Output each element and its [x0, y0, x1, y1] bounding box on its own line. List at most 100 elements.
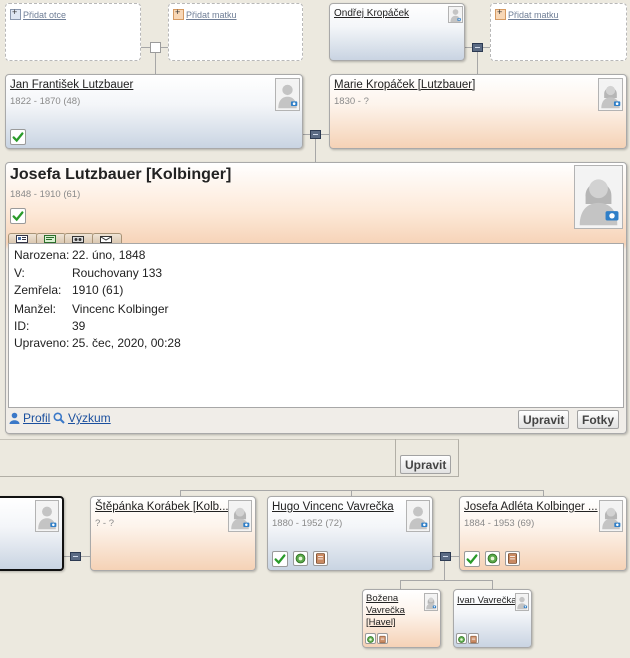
detail-value: 22. úno, 1848 — [72, 248, 146, 262]
connector-line — [315, 139, 316, 163]
family-ring-icon[interactable] — [456, 633, 467, 644]
detail-value: Rouchovany 133 — [72, 266, 163, 280]
add-father-label[interactable]: Přidat otce — [23, 10, 66, 20]
document-icon[interactable] — [468, 633, 479, 644]
person-dates: 1822 - 1870 (48) — [10, 96, 81, 107]
name-line[interactable]: [Havel] — [366, 617, 405, 629]
document-icon[interactable] — [313, 551, 328, 566]
name-line[interactable]: Božena — [366, 593, 405, 605]
grandchild-card[interactable]: Božena Vavrečka [Havel] — [362, 589, 441, 648]
detail-label: Narozena: — [14, 248, 70, 262]
person-name[interactable]: Jan František Lutzbauer — [10, 79, 133, 91]
add-father-slot[interactable]: Přidat otce — [5, 3, 141, 61]
person-details-panel: Narozena: 22. úno, 1848 V: Rouchovany 133 … — [8, 243, 624, 408]
detail-value: Vincenc Kolbinger — [72, 302, 169, 316]
panel-divider — [395, 439, 396, 477]
portrait-placeholder-icon[interactable] — [275, 78, 300, 111]
document-icon[interactable] — [377, 633, 388, 644]
marriage-connector[interactable] — [150, 42, 161, 53]
mother-card[interactable]: Marie Kropáček [Lutzbauer] 1830 - ? — [329, 74, 627, 149]
portrait-placeholder-icon[interactable] — [448, 6, 463, 23]
child-card[interactable]: Josefa Adléta Kolbinger ... 1884 - 1953 … — [459, 496, 627, 571]
connector-line — [444, 560, 445, 580]
marriage-connector[interactable] — [70, 552, 81, 561]
detail-value: 25. čec, 2020, 00:28 — [72, 336, 181, 350]
person-name[interactable]: Božena Vavrečka [Havel] — [366, 593, 405, 629]
add-male-icon — [10, 7, 21, 20]
marriage-connector[interactable] — [440, 552, 451, 561]
portrait-placeholder-icon[interactable] — [228, 500, 252, 532]
research-link[interactable]: Výzkum — [68, 411, 111, 425]
portrait-placeholder-icon[interactable] — [424, 593, 438, 611]
add-mother-slot[interactable]: Přidat matku — [168, 3, 303, 61]
father-card[interactable]: Jan František Lutzbauer 1822 - 1870 (48) — [5, 74, 303, 149]
portrait-placeholder-icon[interactable] — [574, 165, 623, 229]
checkmark-icon[interactable] — [10, 129, 26, 145]
portrait-placeholder-icon[interactable] — [35, 500, 59, 532]
grandfather-card[interactable]: Ondřej Kropáček — [329, 3, 465, 61]
spouse-card[interactable] — [0, 496, 64, 571]
detail-value: 1910 (61) — [72, 283, 124, 297]
detail-label: Manžel: — [14, 302, 57, 316]
family-ring-icon[interactable] — [293, 551, 308, 566]
edit-button[interactable]: Upravit — [518, 410, 570, 429]
person-dates: ? - ? — [95, 518, 115, 529]
family-ring-icon[interactable] — [485, 551, 500, 566]
person-name[interactable]: Marie Kropáček [Lutzbauer] — [334, 79, 475, 91]
add-female-icon — [173, 7, 184, 20]
portrait-placeholder-icon[interactable] — [406, 500, 430, 532]
research-link-group[interactable]: Výzkum — [53, 410, 111, 426]
person-dates: 1830 - ? — [334, 96, 369, 107]
add-mother-label[interactable]: Přidat matku — [508, 10, 559, 20]
add-female-icon — [495, 7, 506, 20]
add-father-link[interactable]: Přidat otce — [10, 7, 66, 20]
user-icon — [9, 412, 20, 424]
person-name[interactable]: Hugo Vincenc Vavrečka — [272, 501, 394, 513]
person-name[interactable]: Štěpánka Korábek [Kolb... — [95, 501, 229, 513]
portrait-placeholder-icon[interactable] — [515, 593, 529, 611]
grandchild-card[interactable]: Ivan Vavrečka — [453, 589, 532, 648]
connector-line — [400, 580, 493, 581]
checkmark-icon[interactable] — [10, 208, 26, 224]
name-line[interactable]: Vavrečka — [366, 605, 405, 617]
add-mother-slot[interactable]: Přidat matku — [490, 3, 627, 61]
profile-link[interactable]: Profil — [23, 411, 50, 425]
detail-label: Upraveno: — [14, 336, 70, 350]
profile-link-group[interactable]: Profil — [9, 410, 50, 426]
person-name[interactable]: Josefa Adléta Kolbinger ... — [464, 501, 598, 513]
marriage-connector[interactable] — [472, 43, 483, 52]
add-mother-label[interactable]: Přidat matku — [186, 10, 237, 20]
detail-label: Zemřela: — [14, 283, 62, 297]
marriage-connector[interactable] — [310, 130, 321, 139]
connector-line — [477, 52, 478, 74]
person-name[interactable]: Ondřej Kropáček — [334, 8, 409, 19]
connector-line — [180, 490, 544, 491]
detail-label: V: — [14, 266, 25, 280]
photos-button[interactable]: Fotky — [577, 410, 620, 429]
overview-tab-icon — [16, 235, 28, 243]
focus-person-name: Josefa Lutzbauer [Kolbinger] — [10, 166, 232, 183]
family-ring-icon[interactable] — [365, 633, 376, 644]
document-icon[interactable] — [505, 551, 520, 566]
media-tab-icon — [100, 236, 112, 243]
detail-value: 39 — [72, 319, 86, 333]
facts-tab-icon — [44, 235, 56, 243]
add-mother-link[interactable]: Přidat matku — [495, 7, 559, 20]
child-card[interactable]: Hugo Vincenc Vavrečka 1880 - 1952 (72) — [267, 496, 433, 571]
family-tab-icon — [72, 236, 84, 243]
person-dates: 1880 - 1952 (72) — [272, 518, 343, 529]
detail-label: ID: — [14, 319, 30, 333]
add-mother-link[interactable]: Přidat matku — [173, 7, 237, 20]
checkmark-icon[interactable] — [272, 551, 288, 567]
focus-person-dates: 1848 - 1910 (61) — [10, 189, 81, 200]
person-name[interactable]: Ivan Vavrečka — [457, 595, 517, 606]
edit-spouse-button[interactable]: Upravit — [400, 455, 452, 474]
portrait-placeholder-icon[interactable] — [598, 78, 623, 111]
person-dates: 1884 - 1953 (69) — [464, 518, 535, 529]
spouse-panel — [0, 439, 459, 477]
checkmark-icon[interactable] — [464, 551, 480, 567]
child-card[interactable]: Štěpánka Korábek [Kolb... ? - ? — [90, 496, 256, 571]
portrait-placeholder-icon[interactable] — [599, 500, 623, 532]
magnifier-icon — [53, 412, 65, 424]
connector-line — [155, 52, 156, 74]
